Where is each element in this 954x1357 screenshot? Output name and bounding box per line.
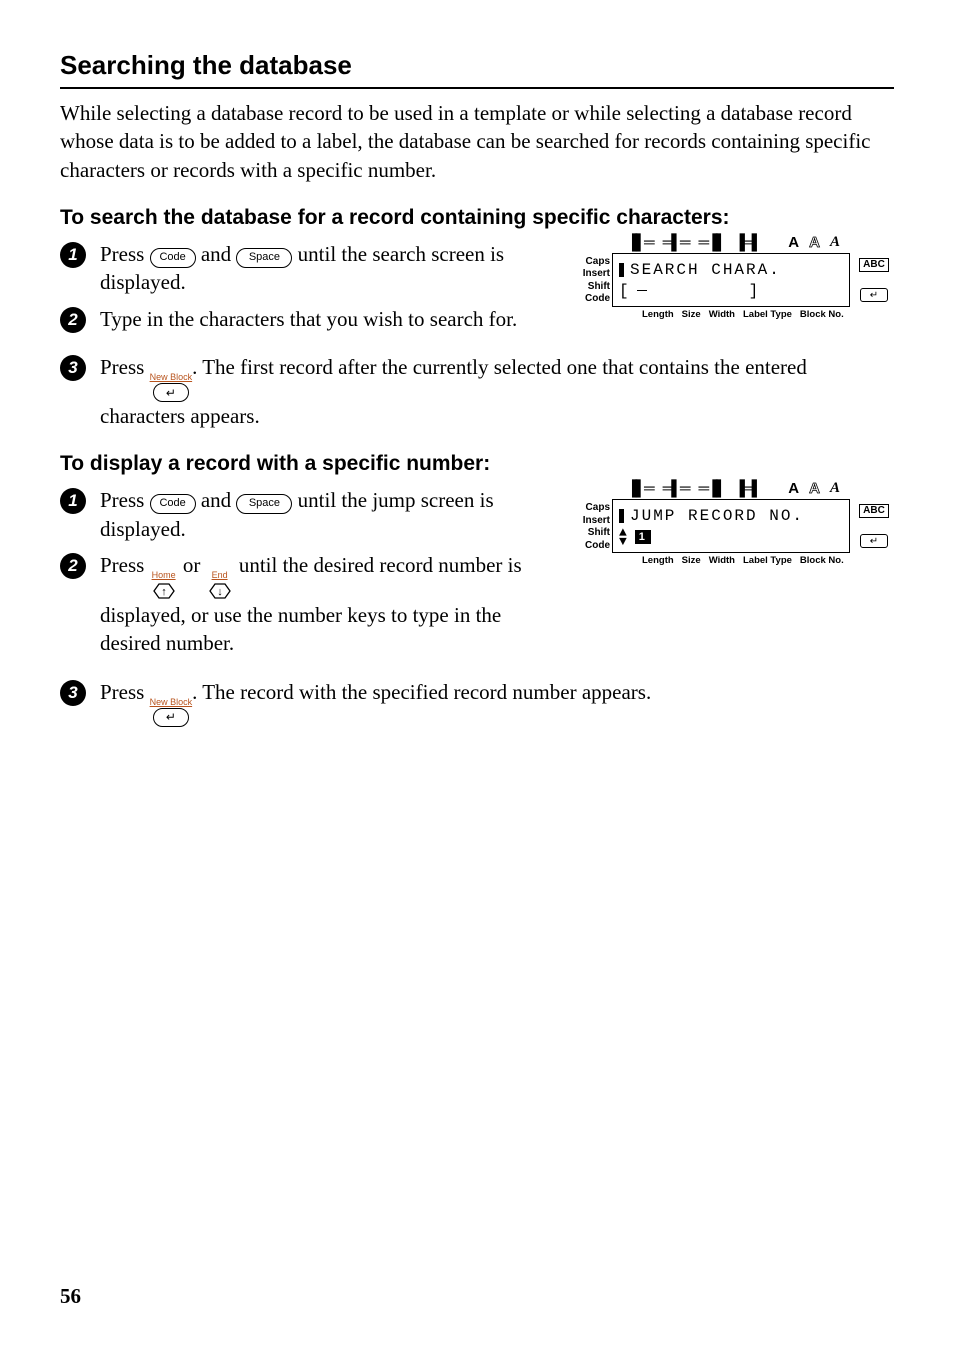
updown-arrows-icon: ▲▼ [619,528,629,546]
step-number-3: 3 [60,680,86,706]
lcd-width-label: Width [709,555,735,566]
lcd-blockno-label: Block No. [800,555,844,566]
step-b2-text-a: Press [100,553,150,577]
step-number-1: 1 [60,242,86,268]
down-end-key-icon: End ↓ [206,571,234,601]
lcd-width-label: Width [709,309,735,320]
lcd-labeltype-label: Label Type [743,555,792,566]
align-right-icon: ═▐▌ [699,234,725,251]
align-center-icon: ═▌═ [663,234,689,251]
font-italic-icon: A [830,234,840,251]
lcd-insert-label: Insert [574,515,610,526]
svg-text:↑: ↑ [161,586,167,598]
step-a1-text-a: Press [100,242,150,266]
block-search-chars: 1 Press Code and Space until the search … [60,240,894,333]
step-a1-text-b: and [201,242,237,266]
up-home-key-icon: Home ↑ [150,571,178,601]
step-b2-text-b: or [183,553,206,577]
align-left-icon: ▐▌═ [627,480,653,497]
step-b1: 1 Press Code and Space until the jump sc… [60,486,530,543]
lcd-enter-indicator: ↵ [860,288,888,302]
lcd-enter-indicator: ↵ [860,534,888,548]
lcd-bracket-close: ] [749,282,761,300]
align-center-icon: ═▌═ [663,480,689,497]
lcd-record-number: 1 [635,530,651,544]
lcd-code-label: Code [574,293,610,304]
step-b2: 2 Press Home ↑ or End ↓ until the desire… [60,551,530,658]
intro-paragraph: While selecting a database record to be … [60,99,894,184]
space-key-icon: Space [236,248,292,268]
font-italic-icon: A [830,480,840,497]
lcd-code-label: Code [574,540,610,551]
align-justify-icon: ▐═▌ [734,480,760,497]
title-rule [60,87,894,89]
subheading-specific-number: To display a record with a specific numb… [60,452,894,476]
lcd-labeltype-label: Label Type [743,309,792,320]
enter-newblock-key-icon: New Block ↵ [150,373,193,402]
lcd-size-label: Size [682,555,701,566]
align-right-icon: ═▐▌ [699,480,725,497]
lcd-screen: SEARCH CHARA. [ ] [612,253,850,307]
svg-text:↓: ↓ [217,586,223,598]
lcd-screen: JUMP RECORD NO. ▲▼ 1 [612,499,850,553]
step-a3-text-a: Press [100,355,150,379]
block-specific-number: 1 Press Code and Space until the jump sc… [60,486,894,657]
lcd-insert-label: Insert [574,268,610,279]
space-key-icon: Space [236,494,292,514]
align-justify-icon: ▐═▌ [734,234,760,251]
step-b2-text-c: until the desired record number is displ… [100,553,522,655]
code-key-icon: Code [150,494,196,514]
lcd-figure-jump: ▐▌═ ═▌═ ═▐▌ ▐═▌ A A A Caps Insert Shift … [574,480,894,566]
step-a2-text: Type in the characters that you wish to … [100,305,530,333]
step-number-2: 2 [60,553,86,579]
step-number-2: 2 [60,307,86,333]
lcd-shift-label: Shift [574,527,610,538]
step-a1: 1 Press Code and Space until the search … [60,240,530,297]
step-number-3: 3 [60,355,86,381]
font-outline-icon: A [809,234,820,251]
lcd-length-label: Length [642,309,674,320]
lcd-abc-indicator: ABC [859,504,889,518]
step-a3: 3 Press New Block ↵ . The first record a… [60,353,894,430]
code-key-icon: Code [150,248,196,268]
lcd-length-label: Length [642,555,674,566]
step-number-1: 1 [60,488,86,514]
section-title: Searching the database [60,50,894,81]
align-left-icon: ▐▌═ [627,234,653,251]
step-a2: 2 Type in the characters that you wish t… [60,305,530,333]
lcd-abc-indicator: ABC [859,258,889,272]
enter-newblock-key-icon: New Block ↵ [150,698,193,727]
font-bold-icon: A [788,480,799,497]
font-bold-icon: A [788,234,799,251]
step-b3-text-a: Press [100,680,150,704]
lcd-caps-label: Caps [574,502,610,513]
lcd-line1: SEARCH CHARA. [630,261,781,279]
step-b1-text-a: Press [100,488,150,512]
subheading-search-chars: To search the database for a record cont… [60,206,894,230]
lcd-bracket-open: [ [619,282,631,300]
lcd-size-label: Size [682,309,701,320]
lcd-figure-search: ▐▌═ ═▌═ ═▐▌ ▐═▌ A A A Caps Insert Shift … [574,234,894,320]
lcd-blockno-label: Block No. [800,309,844,320]
step-b3: 3 Press New Block ↵ . The record with th… [60,678,894,727]
lcd-caps-label: Caps [574,256,610,267]
step-b3-text-b: . The record with the specified record n… [192,680,651,704]
font-outline-icon: A [809,480,820,497]
lcd-line1: JUMP RECORD NO. [630,507,804,525]
step-a3-text-b: . The first record after the currently s… [100,355,807,428]
lcd-shift-label: Shift [574,281,610,292]
step-b1-text-b: and [201,488,237,512]
page-number: 56 [60,1284,81,1309]
